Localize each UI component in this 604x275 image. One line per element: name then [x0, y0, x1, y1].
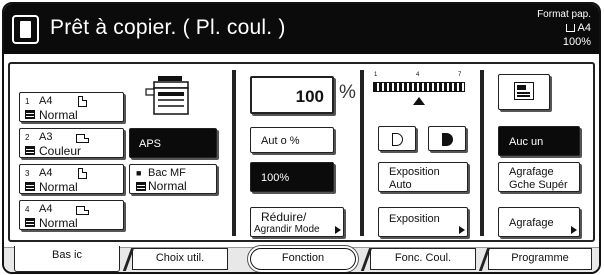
- staple-top-left-label-1: Agrafage: [509, 166, 554, 178]
- paper-stack-icon: [25, 218, 35, 227]
- exposure-tick-label: 1: [374, 72, 378, 78]
- cassette-number: 4: [25, 205, 30, 214]
- status-zoom: 100%: [562, 36, 591, 48]
- exposure-scale-ticks: 1 4 7: [371, 72, 467, 82]
- paper-stack-icon: [25, 182, 35, 191]
- basic-settings-panel: 1 A4 Normal 2 A3 Couleur 3 A4 Normal 4 A…: [8, 62, 595, 242]
- tray-icon: [565, 24, 575, 33]
- cassette-size: A4: [39, 95, 53, 107]
- cassette-4-button[interactable]: 4 A4 Normal: [19, 200, 124, 230]
- paper-stack-icon: [136, 182, 146, 191]
- darker-button[interactable]: [428, 126, 466, 151]
- bypass-type: Normal: [148, 179, 187, 193]
- lighter-icon: [392, 133, 403, 146]
- auto-zoom-button[interactable]: Aut o %: [250, 127, 334, 153]
- finishing-preview-icon: [498, 74, 550, 110]
- zoom-display: 100: [250, 76, 334, 114]
- bypass-tray-icon: ■: [136, 168, 142, 178]
- tab-program-label: Programme: [511, 252, 569, 264]
- exposure-tick-label: 7: [458, 72, 462, 78]
- cassette-size: A3: [39, 131, 53, 143]
- section-divider: [480, 70, 484, 236]
- cassette-number: 3: [25, 169, 30, 178]
- cassette-type: Normal: [39, 216, 78, 230]
- cassette-size: A4: [39, 203, 53, 215]
- bypass-tray-button[interactable]: ■ Bac MF Normal: [129, 164, 217, 194]
- exposure-scale: 1 4 7: [371, 72, 467, 112]
- staple-button[interactable]: Agrafage: [498, 207, 580, 237]
- status-message: Prêt à copier. ( Pl. coul. ): [50, 16, 286, 39]
- copier-icon: [145, 76, 189, 115]
- cassette-number: 2: [25, 133, 30, 142]
- landscape-orientation-icon: [76, 206, 89, 215]
- tab-user-choice[interactable]: Choix util.: [122, 248, 228, 271]
- auto-exposure-button[interactable]: Exposition Auto: [378, 162, 468, 192]
- no-staple-label: Auc un: [509, 136, 544, 148]
- portrait-orientation-icon: [78, 168, 87, 179]
- cassette-1-button[interactable]: 1 A4 Normal: [19, 92, 124, 122]
- reduce-enlarge-label-2: Agrandir Mode: [254, 224, 320, 235]
- cassette-type: Normal: [39, 180, 78, 194]
- landscape-orientation-icon: [76, 134, 89, 143]
- paper-format-size-value: A4: [577, 22, 591, 34]
- chevron-right-icon: [459, 226, 465, 234]
- zoom-value: 100: [295, 87, 324, 106]
- reduce-enlarge-label-1: Réduire/: [261, 210, 307, 224]
- tab-basic-label: Bas ic: [52, 249, 82, 261]
- lighter-button[interactable]: [378, 126, 416, 151]
- cassette-2-button[interactable]: 2 A3 Couleur: [19, 128, 124, 158]
- tab-function-label: Fonction: [281, 252, 325, 264]
- cassette-number: 1: [25, 97, 30, 106]
- status-bar: Prêt à copier. ( Pl. coul. ) Format pap.…: [4, 4, 599, 54]
- chevron-right-icon: [335, 226, 341, 234]
- darker-icon: [442, 133, 453, 146]
- exposure-level-bar: [373, 82, 465, 92]
- auto-exposure-label-2: Auto: [389, 179, 412, 191]
- staple-top-left-label-2: Gche Supér: [509, 179, 568, 191]
- tab-function[interactable]: Fonction: [250, 248, 356, 270]
- section-divider: [360, 70, 364, 236]
- tab-program[interactable]: Programme: [478, 248, 592, 271]
- cassette-type: Couleur: [39, 144, 82, 158]
- auto-zoom-label: Aut o %: [261, 135, 300, 147]
- zoom-unit: %: [339, 82, 356, 103]
- paper-format-label: Format pap.: [537, 9, 591, 20]
- chevron-right-icon: [571, 226, 577, 234]
- exposure-tick-label: 4: [416, 72, 420, 78]
- exposure-level-pointer: [413, 97, 425, 105]
- paper-format-size: A4: [565, 22, 591, 34]
- document-icon: [514, 82, 534, 100]
- zoom-100-label: 100%: [261, 172, 290, 184]
- tab-basic[interactable]: Bas ic: [14, 246, 120, 272]
- copy-ready-icon: [12, 15, 39, 44]
- finishing-document-icon: [498, 74, 550, 110]
- cassette-size: A4: [39, 167, 53, 179]
- portrait-orientation-icon: [78, 96, 87, 107]
- aps-button[interactable]: APS: [129, 128, 217, 158]
- auto-exposure-label-1: Exposition: [389, 166, 440, 178]
- staple-label: Agrafage: [509, 217, 554, 229]
- tab-color-function-label: Fonc. Coul.: [394, 252, 452, 264]
- paper-stack-icon: [25, 110, 35, 119]
- exposure-mode-button[interactable]: Exposition: [378, 207, 468, 237]
- cassette-type: Normal: [39, 108, 78, 122]
- reduce-enlarge-mode-button[interactable]: Réduire/ Agrandir Mode: [250, 207, 344, 237]
- cassette-3-button[interactable]: 3 A4 Normal: [19, 164, 124, 194]
- staple-top-left-button[interactable]: Agrafage Gche Supér: [498, 162, 580, 192]
- bypass-label: Bac MF: [148, 167, 186, 179]
- exposure-mode-label: Exposition: [389, 213, 440, 225]
- aps-label: APS: [139, 138, 162, 150]
- no-staple-button[interactable]: Auc un: [498, 126, 580, 156]
- tab-user-choice-label: Choix util.: [155, 252, 205, 264]
- zoom-100-button[interactable]: 100%: [250, 162, 334, 192]
- tab-color-function[interactable]: Fonc. Coul.: [360, 248, 476, 271]
- copier-screen: Prêt à copier. ( Pl. coul. ) Format pap.…: [2, 2, 601, 274]
- paper-stack-icon: [25, 146, 35, 155]
- section-divider: [232, 70, 236, 236]
